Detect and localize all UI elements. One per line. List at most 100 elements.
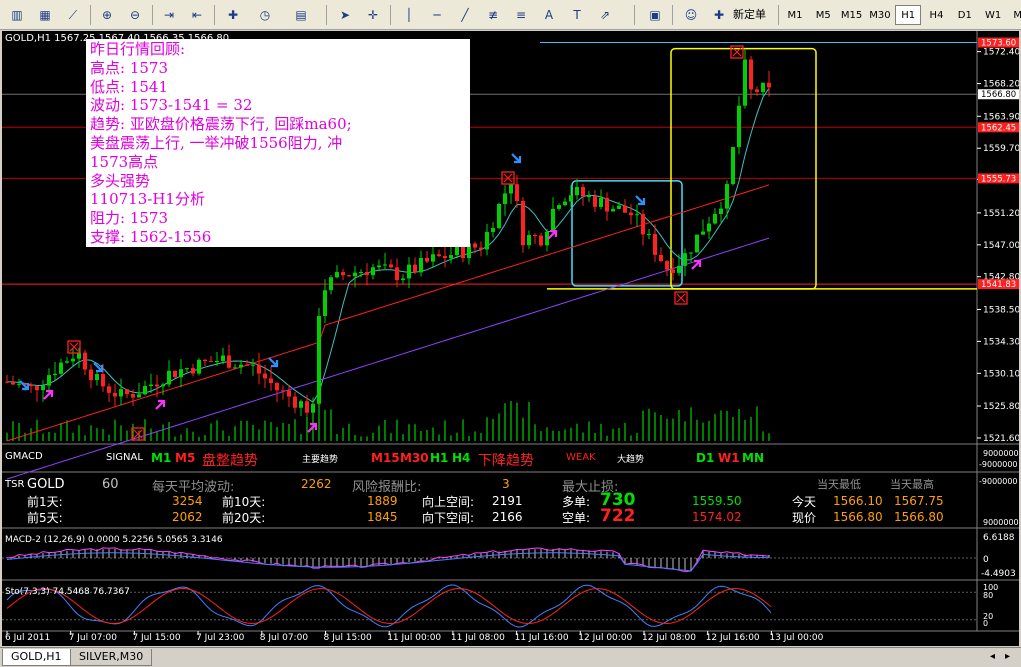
candle-body: [17, 383, 21, 385]
candle-body: [5, 381, 9, 383]
tsr-avg-value: 2262: [301, 477, 332, 491]
candle-body: [401, 278, 405, 281]
timeframe-h1[interactable]: H1: [895, 5, 922, 25]
candle-body: [383, 264, 387, 266]
candle-body: [497, 204, 501, 229]
periods-icon[interactable]: ◷: [254, 4, 276, 26]
gmacd-scale-top: 9000000: [983, 449, 1019, 458]
candle-body: [719, 208, 723, 214]
candle-body: [203, 359, 207, 362]
candle-body: [11, 381, 15, 385]
templates-icon[interactable]: ▤: [290, 4, 312, 26]
candle-body: [557, 205, 561, 209]
tab-gold-h1[interactable]: GOLD,H1: [2, 649, 71, 666]
text-label-icon[interactable]: T: [566, 4, 588, 26]
gmacd-mn: MN: [742, 451, 764, 465]
tab-silver-m30[interactable]: SILVER,M30: [70, 649, 153, 666]
candle-body: [275, 383, 279, 391]
candle-body: [611, 208, 615, 212]
candle-body: [59, 362, 63, 374]
chart-window[interactable]: 1572.401568.201563.901559.701555.601551.…: [2, 31, 1019, 646]
price-label: 1559.70: [983, 144, 1019, 154]
timeframe-m5[interactable]: M5: [810, 5, 836, 25]
candle-body: [539, 235, 543, 246]
analysis-line: 低点: 1541: [90, 77, 168, 96]
tsr-rr-value: 3: [502, 477, 510, 491]
tabs-right-arrow-icon[interactable]: ▸: [1005, 651, 1010, 662]
horizontal-line-icon[interactable]: ─: [426, 4, 448, 26]
candle-body: [581, 186, 585, 197]
analysis-note: 昨日行情回顾: 高点: 1573 低点: 1541 波动: 1573-1541 = 3…: [86, 39, 470, 247]
timeframe-d1[interactable]: D1: [952, 5, 978, 25]
new-order-icon[interactable]: ✚: [708, 4, 730, 26]
time-label: 12 Jul 08:00: [642, 633, 696, 643]
fibonacci-icon[interactable]: ≡: [510, 4, 532, 26]
candle-body: [731, 147, 735, 185]
stoch-scale-80: 80: [983, 591, 994, 600]
candlestick-icon[interactable]: ▦: [34, 4, 56, 26]
candle-body: [185, 368, 189, 370]
candle-body: [173, 370, 177, 378]
candle-body: [143, 386, 147, 395]
text-icon[interactable]: A: [538, 4, 560, 26]
zoom-in-icon[interactable]: ⊕: [96, 4, 118, 26]
tabs-left-arrow-icon[interactable]: ◂: [990, 651, 995, 662]
tsr-up-label: 向上空间:: [422, 495, 475, 509]
price-label: 1530.10: [983, 369, 1019, 379]
candle-body: [533, 235, 537, 237]
candle-body: [563, 201, 567, 206]
price-label: 1534.30: [983, 337, 1019, 347]
vertical-line-icon[interactable]: │: [398, 4, 420, 26]
timeframe-w1[interactable]: W1: [980, 5, 1006, 25]
resistance-line-label: 1573.60: [981, 39, 1016, 49]
line-chart-icon[interactable]: ⟋: [62, 4, 84, 26]
tsr-prev20: 1845: [367, 510, 398, 524]
tsr-today-low: 1566.10: [833, 494, 883, 508]
candle-body: [215, 360, 219, 363]
candle-body: [329, 277, 333, 291]
tsr-rr-label: 风险报酬比:: [352, 480, 422, 495]
arrows-icon[interactable]: ⇗: [594, 4, 616, 26]
candle-body: [197, 359, 201, 374]
candle-body: [227, 355, 231, 368]
tsr-now-low: 1566.80: [833, 510, 883, 524]
candle-body: [713, 213, 717, 224]
timeframe-m15[interactable]: M15: [839, 5, 865, 25]
time-label: 8 Jul 15:00: [324, 633, 373, 643]
experts-icon[interactable]: ☺: [680, 4, 702, 26]
auto-scroll-icon[interactable]: ⇥: [158, 4, 180, 26]
chart-shift-icon[interactable]: ⇤: [186, 4, 208, 26]
candle-body: [455, 245, 459, 256]
zoom-out-icon[interactable]: ⊖: [124, 4, 146, 26]
trend-line-icon[interactable]: ╱: [454, 4, 476, 26]
up-arrow-icon: [43, 389, 54, 400]
stoch-scale-bottom: 0: [983, 619, 989, 628]
indicators-icon[interactable]: ✚: [222, 4, 244, 26]
tsr-high-header: 当天最高: [890, 478, 934, 491]
bar-chart-icon[interactable]: ▥: [6, 4, 28, 26]
timeframe-m30[interactable]: M30: [867, 5, 893, 25]
timeframe-h4[interactable]: H4: [924, 5, 950, 25]
timeframe-m1[interactable]: M1: [782, 5, 808, 25]
equidistant-channel-icon[interactable]: ≢: [482, 4, 504, 26]
gmacd-m30: M30: [400, 451, 429, 465]
new-order-button[interactable]: 新定单: [733, 6, 766, 22]
support-mid-line-label: 1555.73: [981, 174, 1016, 184]
crosshair-icon[interactable]: ✛: [362, 4, 384, 26]
candle-body: [587, 196, 591, 198]
tsr-down-label: 向下空间:: [422, 511, 475, 525]
gmacd-major-trend: 主要趋势: [302, 455, 339, 465]
candle-body: [155, 384, 159, 387]
navigator-icon[interactable]: ▣: [644, 4, 666, 26]
candle-body: [407, 264, 411, 279]
tsr-period: 60: [102, 477, 119, 492]
candle-body: [305, 401, 309, 413]
price-label: 1551.20: [983, 209, 1019, 219]
candle-body: [191, 368, 195, 374]
timeframe-mn[interactable]: MN: [1008, 5, 1021, 25]
cursor-icon[interactable]: ➤: [334, 4, 356, 26]
candle-body: [167, 370, 171, 385]
tsr-scale-top: -9000000: [979, 477, 1018, 486]
candle-body: [749, 59, 753, 90]
candle-body: [323, 290, 327, 316]
